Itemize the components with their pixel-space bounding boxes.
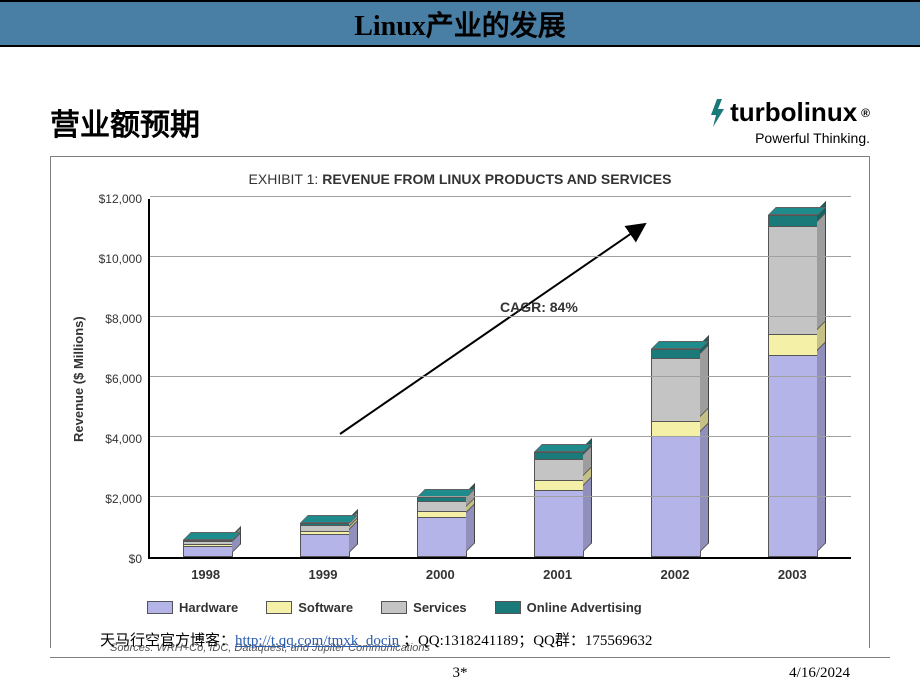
bar-slot — [641, 349, 711, 558]
bar-segment-online — [651, 349, 701, 360]
brand-logo: turbolinux® Powerful Thinking. — [708, 97, 870, 146]
bar-segment-hardware — [300, 535, 350, 558]
y-tick-label: $8,000 — [105, 312, 142, 326]
bar-segment-services — [768, 227, 818, 335]
chart-container: EXHIBIT 1: REVENUE FROM LINUX PRODUCTS A… — [50, 156, 870, 648]
x-tick-label: 1999 — [288, 567, 358, 582]
bar-segment-online — [768, 215, 818, 227]
bar-segment-online — [534, 452, 584, 460]
brand-tagline: Powerful Thinking. — [708, 130, 870, 146]
bar-slot — [407, 497, 477, 557]
y-tick-label: $4,000 — [105, 432, 142, 446]
y-tick-label: $6,000 — [105, 372, 142, 386]
gridline — [150, 376, 851, 377]
stacked-bar — [534, 452, 584, 557]
chart-title: EXHIBIT 1: REVENUE FROM LINUX PRODUCTS A… — [69, 171, 851, 187]
stacked-bar — [417, 497, 467, 557]
legend-services: Services — [381, 600, 467, 615]
legend-online: Online Advertising — [495, 600, 642, 615]
bar-segment-hardware — [183, 547, 233, 558]
page-number: 3* — [453, 665, 468, 682]
bar-segment-hardware — [768, 356, 818, 557]
bar-slot — [524, 452, 594, 557]
gridline — [150, 196, 851, 197]
bar-segment-software — [768, 335, 818, 356]
bar-segment-services — [417, 502, 467, 513]
cagr-annotation: CAGR: 84% — [500, 299, 578, 315]
bar-segment-services — [651, 359, 701, 422]
x-tick-label: 2001 — [523, 567, 593, 582]
x-tick-label: 2003 — [757, 567, 827, 582]
bar-slot — [758, 215, 828, 557]
y-tick-label: $12,000 — [99, 192, 142, 206]
footer-divider — [50, 657, 890, 658]
bars-row — [150, 199, 851, 557]
gridline — [150, 316, 851, 317]
legend-hardware: Hardware — [147, 600, 238, 615]
x-tick-label: 2000 — [405, 567, 475, 582]
x-axis-labels: 1998 1999 2000 2001 2002 2003 — [147, 567, 851, 582]
gridline — [150, 436, 851, 437]
y-tick-label: $2,000 — [105, 492, 142, 506]
bar-segment-hardware — [651, 437, 701, 557]
blog-link[interactable]: http://t.qq.com/tmxk_docin — [235, 633, 399, 649]
bar-top-cap — [300, 515, 358, 523]
stacked-bar — [651, 349, 701, 558]
y-axis-ticks: $0$2,000$4,000$6,000$8,000$10,000$12,000 — [88, 199, 148, 559]
bar-segment-services — [534, 460, 584, 481]
lightning-icon — [708, 99, 726, 127]
footer-attribution: 天马行空官方博客：http://t.qq.com/tmxk_docin ；QQ:… — [100, 629, 652, 650]
stacked-bar — [183, 540, 233, 557]
bar-segment-software — [534, 481, 584, 492]
x-tick-label: 2002 — [640, 567, 710, 582]
bar-segment-hardware — [534, 491, 584, 557]
bar-top-cap — [651, 341, 709, 349]
bar-slot — [290, 523, 360, 558]
legend-software: Software — [266, 600, 353, 615]
brand-name: turbolinux — [730, 97, 857, 128]
bar-segment-software — [651, 422, 701, 437]
stacked-bar — [768, 215, 818, 557]
bar-segment-hardware — [417, 518, 467, 557]
gridline — [150, 496, 851, 497]
bar-top-cap — [534, 444, 592, 452]
y-tick-label: $0 — [129, 552, 142, 566]
gridline — [150, 256, 851, 257]
stacked-bar — [300, 523, 350, 558]
page-date: 4/16/2024 — [789, 665, 850, 682]
title-bar: Linux产业的发展 — [0, 0, 920, 47]
bar-top-cap — [183, 532, 241, 540]
y-tick-label: $10,000 — [99, 252, 142, 266]
bar-slot — [173, 540, 243, 557]
page-title: Linux产业的发展 — [354, 4, 566, 44]
bar-top-cap — [768, 207, 826, 215]
section-heading: 营业额预期 — [50, 100, 200, 144]
x-tick-label: 1998 — [171, 567, 241, 582]
chart-legend: Hardware Software Services Online Advert… — [147, 600, 851, 615]
y-axis-label: Revenue ($ Millions) — [69, 199, 88, 559]
plot-area: CAGR: 84% — [148, 199, 851, 559]
